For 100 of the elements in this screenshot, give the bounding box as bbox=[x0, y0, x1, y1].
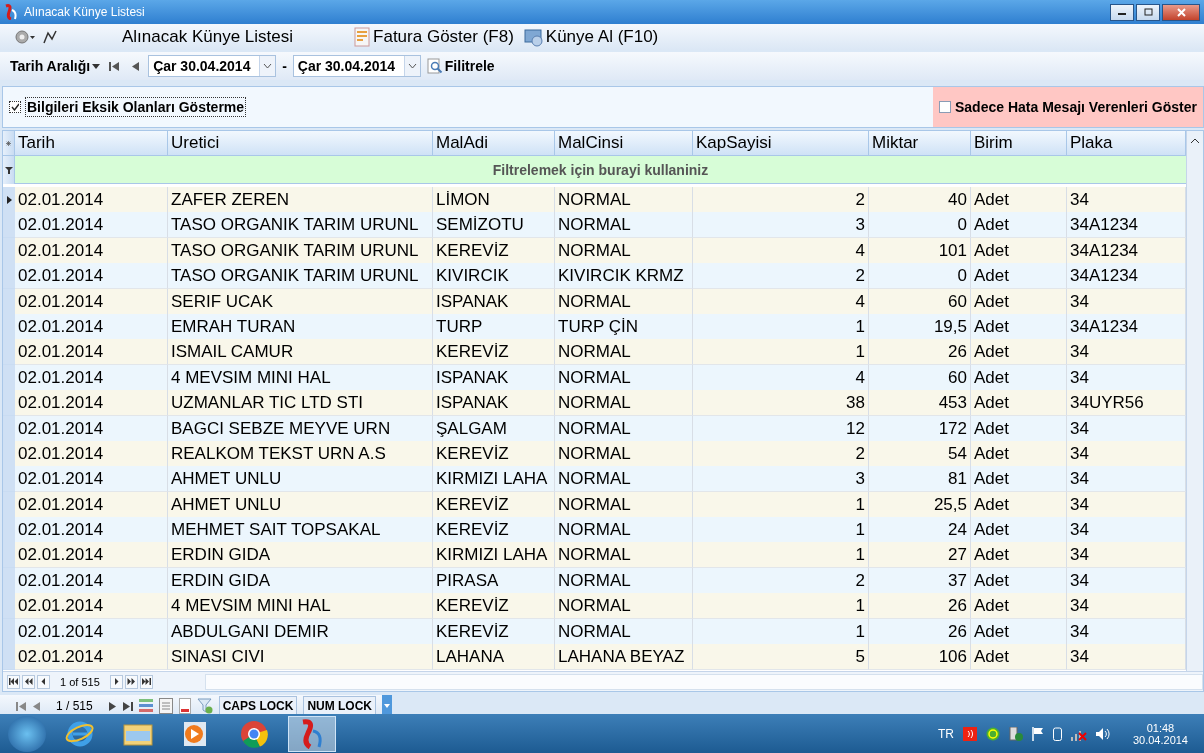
table-cell: 19,5 bbox=[869, 313, 971, 340]
previous-page-button[interactable] bbox=[37, 674, 50, 689]
row-indicator[interactable] bbox=[3, 187, 15, 213]
table-cell: 2 bbox=[693, 567, 869, 594]
table-cell: Adet bbox=[971, 517, 1067, 544]
date-field[interactable]: Çar 30.04.2014 bbox=[148, 55, 277, 77]
next-page-group-button[interactable] bbox=[124, 674, 138, 689]
column-header[interactable]: MalCinsi bbox=[555, 131, 693, 156]
table-cell: ERDIN GIDA bbox=[168, 542, 433, 569]
toolbar-button[interactable]: Künye Al (F10) bbox=[521, 27, 661, 47]
table-cell: LİMON bbox=[433, 187, 555, 213]
table-cell: KEREVİZ bbox=[433, 618, 555, 645]
table-cell: 02.01.2014 bbox=[15, 593, 168, 620]
table-cell: 3 bbox=[693, 212, 869, 239]
pdf-icon bbox=[178, 698, 191, 714]
table-cell: 5 bbox=[693, 644, 869, 671]
table-cell: 1 bbox=[693, 593, 869, 620]
table-cell: 02.01.2014 bbox=[15, 237, 168, 264]
filter-button[interactable]: Filitrele bbox=[426, 58, 495, 74]
last-record-icon bbox=[122, 701, 133, 711]
last-page-button[interactable] bbox=[139, 674, 153, 689]
chrome-icon bbox=[240, 719, 268, 748]
table-cell: 02.01.2014 bbox=[15, 263, 168, 290]
table-cell: 2 bbox=[693, 440, 869, 467]
toolbar-button[interactable]: Fatura Göster (F8) bbox=[351, 27, 516, 47]
previous-record-icon bbox=[32, 701, 40, 711]
first-page-button[interactable] bbox=[7, 674, 20, 689]
column-header[interactable]: Plaka bbox=[1067, 131, 1186, 156]
table-cell: SERIF UCAK bbox=[168, 288, 433, 315]
checkbox[interactable] bbox=[9, 101, 21, 113]
table-cell: Adet bbox=[971, 390, 1067, 417]
filter-row[interactable]: Filtrelemek için burayi kullaniniz bbox=[15, 156, 1186, 184]
table-cell: 34A1234 bbox=[1067, 263, 1186, 290]
close-button[interactable] bbox=[1162, 3, 1200, 21]
start-button[interactable] bbox=[8, 715, 46, 752]
keyboard-indicator: CAPS LOCK bbox=[218, 696, 298, 716]
next-page-button[interactable] bbox=[109, 674, 123, 689]
column-header[interactable]: Uretici bbox=[168, 131, 433, 156]
column-header[interactable]: Miktar bbox=[869, 131, 971, 156]
next-record-icon bbox=[108, 701, 117, 711]
vertical-scrollbar[interactable] bbox=[1186, 131, 1203, 671]
table-cell: NORMAL bbox=[555, 618, 693, 645]
table-cell: 34 bbox=[1067, 187, 1186, 213]
keyboard-indicator: NUM LOCK bbox=[303, 696, 377, 716]
table-cell: ERDIN GIDA bbox=[168, 567, 433, 594]
table-cell: KEREVİZ bbox=[433, 593, 555, 620]
table-cell: NORMAL bbox=[555, 212, 693, 239]
date-range-dropdown[interactable]: Tarih Aralığı bbox=[10, 58, 101, 74]
rows-icon bbox=[138, 698, 153, 714]
table-cell: 1 bbox=[693, 491, 869, 518]
table-cell: 54 bbox=[869, 440, 971, 467]
table-cell: TURP bbox=[433, 313, 555, 340]
table-cell: 1 bbox=[693, 313, 869, 340]
table-cell: KEREVİZ bbox=[433, 440, 555, 467]
table-cell: TURP ÇİN bbox=[555, 313, 693, 340]
table-cell: 27 bbox=[869, 542, 971, 569]
table-cell: NORMAL bbox=[555, 364, 693, 391]
table-cell: 40 bbox=[869, 187, 971, 213]
signal-card-icon bbox=[962, 726, 977, 741]
table-cell: 4 bbox=[693, 364, 869, 391]
table-cell: EMRAH TURAN bbox=[168, 313, 433, 340]
table-cell: 4 bbox=[693, 288, 869, 315]
asterisk-icon bbox=[6, 139, 11, 147]
previous-page-group-button[interactable] bbox=[22, 674, 35, 689]
table-cell: NORMAL bbox=[555, 517, 693, 544]
table-cell: 60 bbox=[869, 288, 971, 315]
table-cell: ISMAIL CAMUR bbox=[168, 339, 433, 366]
table-cell: NORMAL bbox=[555, 339, 693, 366]
filter-icon bbox=[4, 166, 13, 174]
minimize-button[interactable] bbox=[1110, 3, 1134, 21]
table-cell: ZAFER ZEREN bbox=[168, 187, 433, 213]
table-cell: NORMAL bbox=[555, 567, 693, 594]
range-separator: - bbox=[282, 58, 287, 74]
table-cell: NORMAL bbox=[555, 415, 693, 442]
record-position: 1 / 515 bbox=[56, 699, 93, 713]
table-cell: MEHMET SAIT TOPSAKAL bbox=[168, 517, 433, 544]
column-header[interactable]: KapSayisi bbox=[693, 131, 869, 156]
table-cell: ISPANAK bbox=[433, 364, 555, 391]
column-header[interactable]: MalAdi bbox=[433, 131, 555, 156]
checkbox[interactable] bbox=[939, 101, 951, 113]
horizontal-scrollbar[interactable] bbox=[204, 673, 1203, 690]
column-header[interactable]: Birim bbox=[971, 131, 1067, 156]
table-cell: 26 bbox=[869, 618, 971, 645]
column-header[interactable]: Tarih bbox=[15, 131, 168, 156]
language-indicator[interactable]: TR bbox=[937, 726, 954, 741]
table-cell: KEREVİZ bbox=[433, 517, 555, 544]
table-cell: REALKOM TEKST URN A.S bbox=[168, 440, 433, 467]
table-cell: 34 bbox=[1067, 466, 1186, 493]
table-cell: Adet bbox=[971, 644, 1067, 671]
scroll-up-icon bbox=[1190, 137, 1200, 145]
table-cell: 02.01.2014 bbox=[15, 212, 168, 239]
speaker-icon bbox=[1095, 726, 1110, 741]
table-cell: 34A1234 bbox=[1067, 237, 1186, 264]
maximize-button[interactable] bbox=[1136, 3, 1160, 21]
date-field[interactable]: Çar 30.04.2014 bbox=[292, 55, 421, 77]
page-indicator: 1 of 515 bbox=[60, 675, 100, 688]
table-cell: BAGCI SEBZE MEYVE URN bbox=[168, 415, 433, 442]
table-cell: KIRMIZI LAHA bbox=[433, 542, 555, 569]
taskbar-app-icon[interactable] bbox=[288, 715, 336, 752]
table-cell: NORMAL bbox=[555, 187, 693, 213]
